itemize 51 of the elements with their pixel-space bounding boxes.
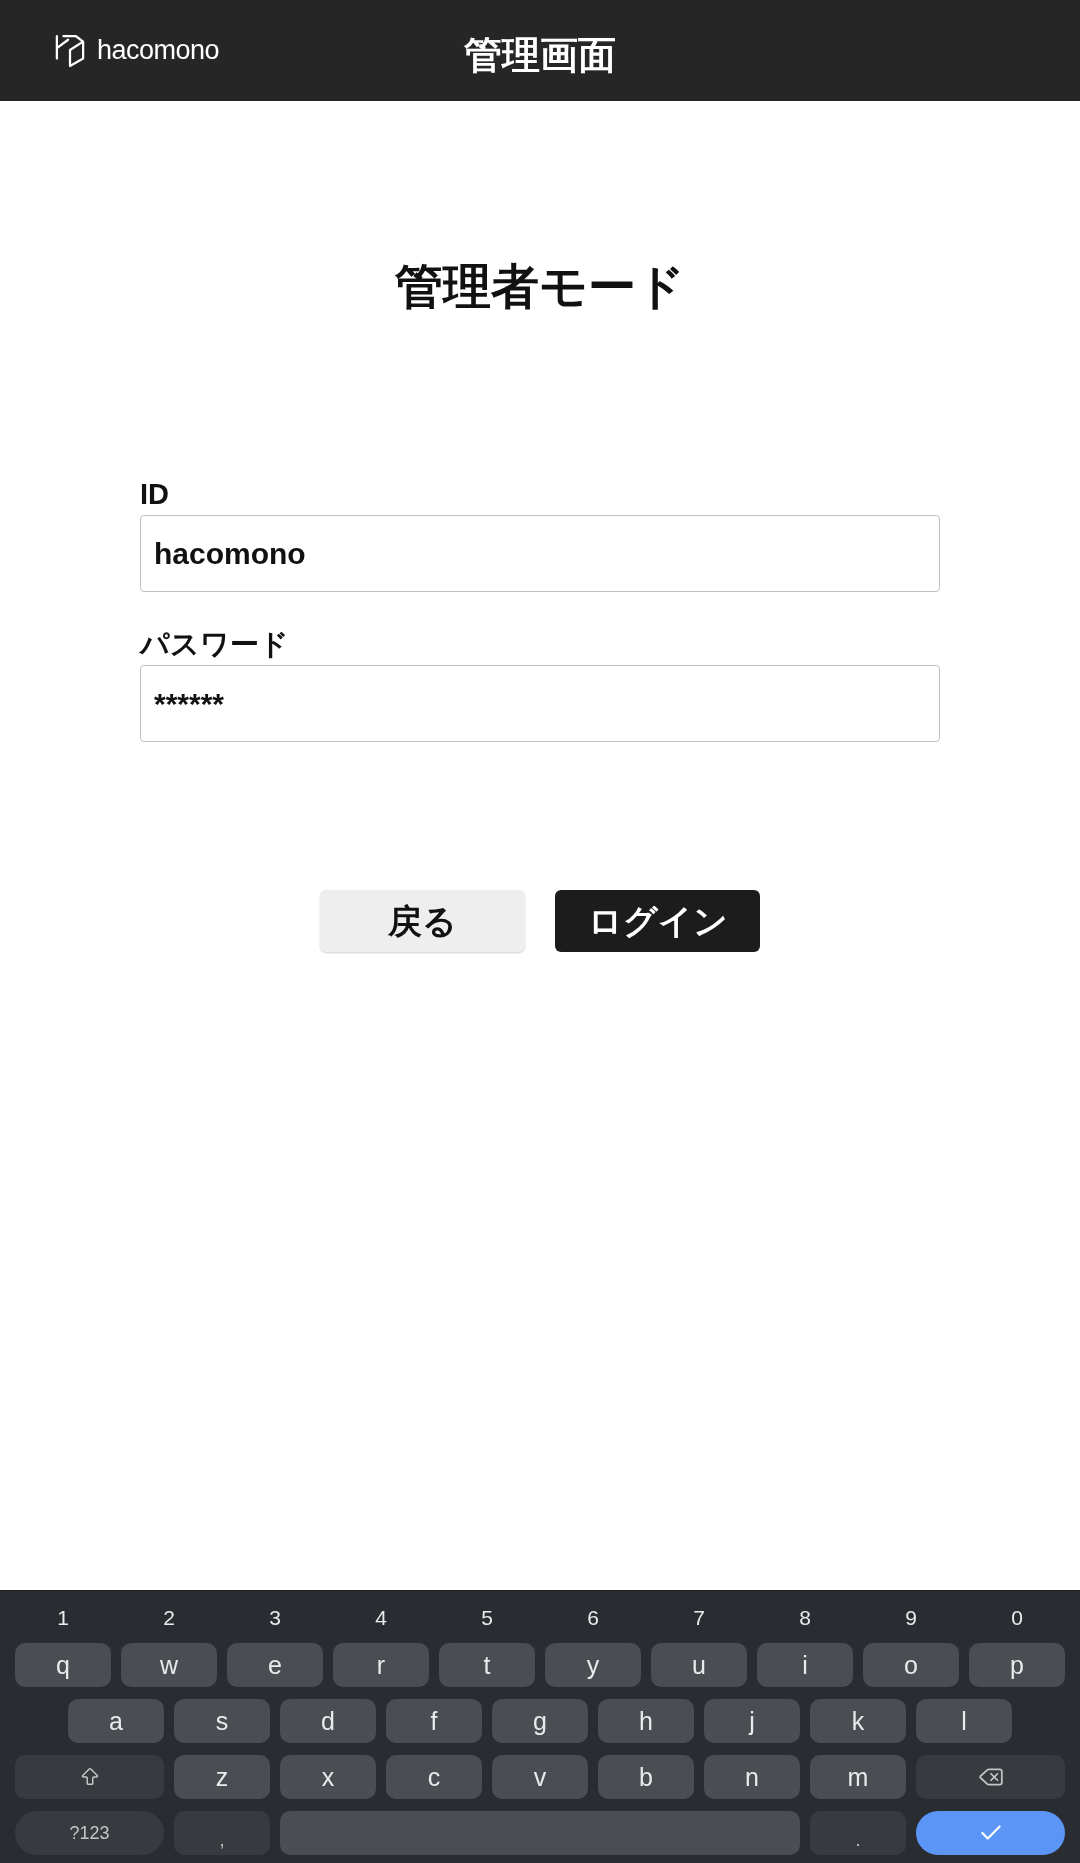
keyboard-key[interactable]: r xyxy=(333,1643,429,1687)
keyboard-key[interactable]: d xyxy=(280,1699,376,1743)
keyboard-key[interactable]: x xyxy=(280,1755,376,1799)
keyboard-key[interactable]: z xyxy=(174,1755,270,1799)
keyboard-key[interactable]: n xyxy=(704,1755,800,1799)
logo-icon xyxy=(55,33,85,68)
input-field[interactable]: hacomono xyxy=(140,515,940,592)
keyboard-key[interactable]: u xyxy=(651,1643,747,1687)
field-label: ID xyxy=(140,480,169,509)
number-key[interactable]: 4 xyxy=(375,1606,387,1628)
symbols-key[interactable]: ?123 xyxy=(15,1811,164,1855)
enter-key[interactable] xyxy=(916,1811,1065,1855)
keyboard-key[interactable]: w xyxy=(121,1643,217,1687)
keyboard-key[interactable]: i xyxy=(757,1643,853,1687)
login-button[interactable]: ログイン xyxy=(555,890,760,952)
keyboard-key[interactable]: p xyxy=(969,1643,1065,1687)
keyboard-key[interactable]: c xyxy=(386,1755,482,1799)
keyboard-key[interactable]: s xyxy=(174,1699,270,1743)
keyboard-key[interactable]: m xyxy=(810,1755,906,1799)
keyboard-key[interactable]: f xyxy=(386,1699,482,1743)
keyboard-key[interactable]: v xyxy=(492,1755,588,1799)
backspace-key[interactable] xyxy=(916,1755,1065,1799)
keyboard-key[interactable]: j xyxy=(704,1699,800,1743)
number-key[interactable]: 6 xyxy=(587,1606,599,1628)
keyboard-key[interactable]: q xyxy=(15,1643,111,1687)
keyboard-key[interactable]: b xyxy=(598,1755,694,1799)
keyboard-key[interactable]: y xyxy=(545,1643,641,1687)
keyboard-key[interactable]: t xyxy=(439,1643,535,1687)
keyboard-key[interactable]: o xyxy=(863,1643,959,1687)
number-key[interactable]: 2 xyxy=(163,1606,175,1628)
number-key[interactable]: 3 xyxy=(269,1606,281,1628)
header-title: 管理画面 xyxy=(464,35,616,74)
keyboard-key[interactable]: e xyxy=(227,1643,323,1687)
page-heading: 管理者モード xyxy=(395,263,685,311)
back-button[interactable]: 戻る xyxy=(320,890,525,952)
number-key[interactable]: 5 xyxy=(481,1606,493,1628)
number-key[interactable]: 1 xyxy=(57,1606,69,1628)
field-label: パスワード xyxy=(140,630,289,659)
number-key[interactable]: 9 xyxy=(905,1606,917,1628)
keyboard-key[interactable]: a xyxy=(68,1699,164,1743)
keyboard-key[interactable]: h xyxy=(598,1699,694,1743)
input-field[interactable]: ****** xyxy=(140,665,940,742)
logo-text: hacomono xyxy=(97,37,220,64)
number-key[interactable]: 8 xyxy=(799,1606,811,1628)
number-key[interactable]: 0 xyxy=(1011,1606,1023,1628)
keyboard-key[interactable]: l xyxy=(916,1699,1012,1743)
keyboard-key[interactable]: g xyxy=(492,1699,588,1743)
punctuation-key[interactable]: . xyxy=(810,1811,906,1855)
number-key[interactable]: 7 xyxy=(693,1606,705,1628)
keyboard-key[interactable]: k xyxy=(810,1699,906,1743)
punctuation-key[interactable]: , xyxy=(174,1811,270,1855)
